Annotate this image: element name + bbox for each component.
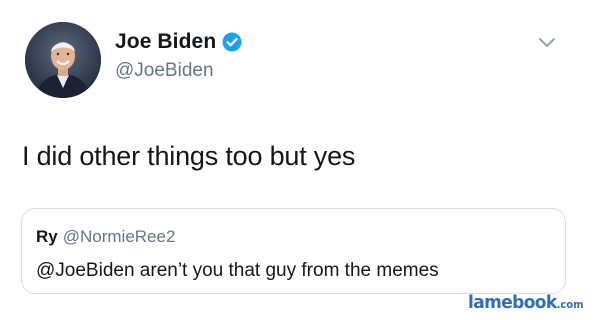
- verified-badge-icon: [222, 32, 242, 52]
- tweet-card: Joe Biden @JoeBiden I did other things t…: [0, 0, 600, 320]
- profile-photo-icon: [25, 22, 101, 98]
- quoted-reply-name: Ry: [36, 227, 58, 246]
- quoted-reply-text: @JoeBiden aren’t you that guy from the m…: [36, 260, 439, 281]
- avatar[interactable]: [25, 22, 101, 98]
- author-display-name[interactable]: Joe Biden: [115, 30, 216, 54]
- chevron-down-icon[interactable]: [537, 36, 557, 50]
- lamebook-watermark: lamebook.com: [468, 293, 584, 314]
- watermark-main: lamebook: [468, 292, 557, 314]
- quoted-reply-card[interactable]: Ry @NormieRee2 @JoeBiden aren’t you that …: [21, 208, 566, 294]
- watermark-tld: .com: [556, 299, 584, 312]
- quoted-reply-handle: @NormieRee2: [62, 227, 176, 246]
- author-handle[interactable]: @JoeBiden: [115, 60, 214, 82]
- author-name-row: Joe Biden: [115, 30, 242, 54]
- tweet-text: I did other things too but yes: [22, 141, 356, 171]
- quoted-reply-header: Ry @NormieRee2: [36, 227, 175, 247]
